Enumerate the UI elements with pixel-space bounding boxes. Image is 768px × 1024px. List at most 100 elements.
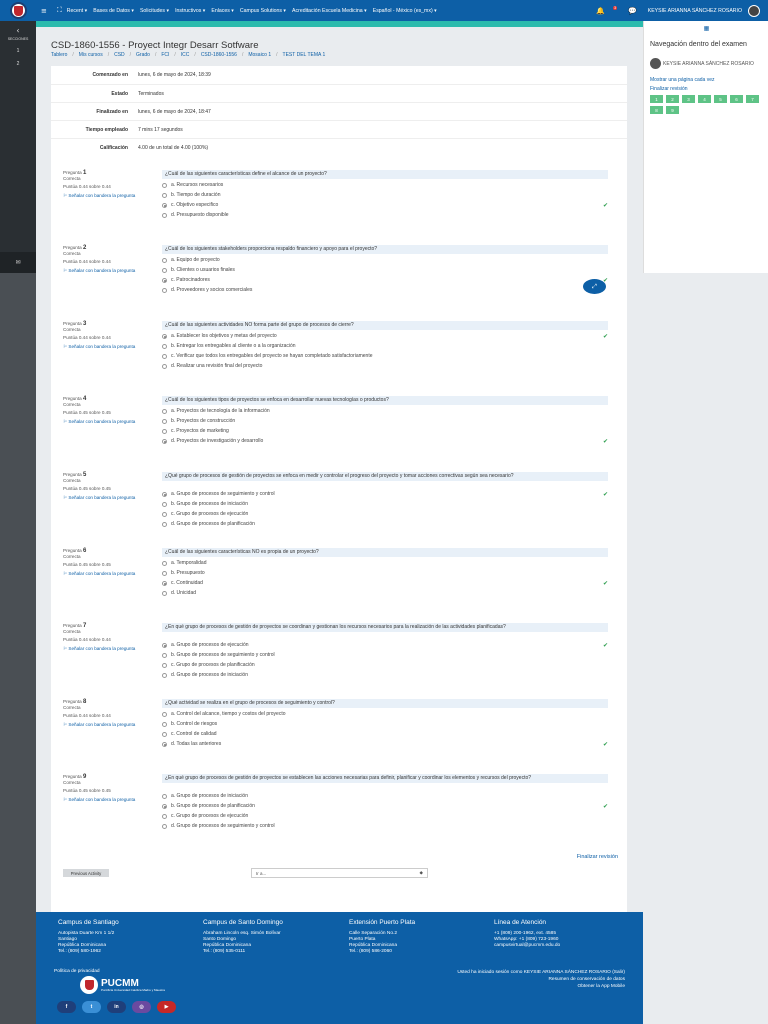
- radio-button[interactable]: [162, 662, 167, 668]
- answer-option[interactable]: a. Recursos necesarios: [162, 180, 608, 190]
- radio-button[interactable]: [162, 501, 167, 507]
- breadcrumb-item[interactable]: ICC: [181, 52, 190, 58]
- answer-option[interactable]: b. Tiempo de duración: [162, 190, 608, 200]
- radio-button[interactable]: [162, 793, 167, 799]
- answer-option[interactable]: a. Establecer los objetivos y metas del …: [162, 331, 608, 341]
- radio-button[interactable]: [162, 192, 167, 198]
- collapse-chevron-icon[interactable]: ‹: [0, 26, 36, 35]
- radio-button[interactable]: [162, 570, 167, 576]
- flag-question-link[interactable]: ⚐ Señalar con bandera la pregunta: [63, 419, 138, 425]
- answer-option[interactable]: a. Grupo de procesos de seguimiento y co…: [162, 489, 608, 499]
- jump-to-select[interactable]: Ir a... ◆: [251, 868, 428, 878]
- data-retention-link[interactable]: Resumen de conservación de datos: [457, 976, 625, 983]
- question-nav-button[interactable]: 8: [650, 106, 663, 114]
- answer-option[interactable]: b. Control de riesgos: [162, 719, 608, 729]
- answer-option[interactable]: b. Proyectos de construcción: [162, 416, 608, 426]
- breadcrumb-item[interactable]: Mis cursos: [79, 52, 103, 58]
- breadcrumb-item[interactable]: CSD-1860-1556: [201, 52, 237, 58]
- drawer-toggle-icon[interactable]: ▦: [644, 21, 768, 35]
- section-link-1[interactable]: 1: [0, 48, 36, 54]
- fullscreen-icon[interactable]: ⛶: [57, 6, 62, 15]
- panel-finish-review-link[interactable]: Finalizar revisión: [650, 86, 688, 92]
- answer-option[interactable]: d. Presupuesto disponible: [162, 210, 608, 220]
- top-menu-item[interactable]: Campus Solutions ▾: [240, 8, 286, 14]
- breadcrumb-item[interactable]: Mosaico 1: [248, 52, 271, 58]
- radio-button[interactable]: [162, 287, 167, 293]
- flag-question-link[interactable]: ⚐ Señalar con bandera la pregunta: [63, 571, 138, 577]
- answer-option[interactable]: a. Temporalidad: [162, 558, 608, 568]
- flag-question-link[interactable]: ⚐ Señalar con bandera la pregunta: [63, 797, 138, 803]
- question-nav-button[interactable]: 4: [698, 95, 711, 103]
- answer-option[interactable]: d. Realizar una revisión final del proye…: [162, 361, 608, 371]
- mobile-app-link[interactable]: Obtener la App Mobile: [457, 983, 625, 990]
- answer-option[interactable]: d. Grupo de procesos de planificación: [162, 519, 608, 529]
- section-link-2[interactable]: 2: [0, 61, 36, 67]
- facebook-icon[interactable]: f: [57, 1001, 76, 1013]
- top-menu-item[interactable]: Acreditación Escuela Medicina ▾: [292, 8, 367, 14]
- flag-question-link[interactable]: ⚐ Señalar con bandera la pregunta: [63, 193, 138, 199]
- twitter-icon[interactable]: t: [82, 1001, 101, 1013]
- radio-button[interactable]: [162, 711, 167, 717]
- privacy-link[interactable]: Política de privacidad: [54, 969, 100, 974]
- session-info[interactable]: Usted ha iniciado sesión como KEYSIE ARI…: [457, 969, 625, 976]
- radio-button[interactable]: [162, 741, 167, 747]
- radio-button[interactable]: [162, 353, 167, 359]
- radio-button[interactable]: [162, 642, 167, 648]
- hamburger-menu-icon[interactable]: ≡: [41, 7, 47, 15]
- question-nav-button[interactable]: 2: [666, 95, 679, 103]
- question-nav-button[interactable]: 3: [682, 95, 695, 103]
- flag-question-link[interactable]: ⚐ Señalar con bandera la pregunta: [63, 495, 138, 501]
- question-nav-button[interactable]: 9: [666, 106, 679, 114]
- radio-button[interactable]: [162, 343, 167, 349]
- radio-button[interactable]: [162, 363, 167, 369]
- top-menu-item[interactable]: Bases de Datos ▾: [93, 8, 134, 14]
- answer-option[interactable]: b. Entregar los entregables al cliente o…: [162, 341, 608, 351]
- top-menu-item[interactable]: Instructivos ▾: [175, 8, 205, 14]
- top-menu-item[interactable]: Solicitudes ▾: [140, 8, 169, 14]
- previous-activity-button[interactable]: Previous Activity: [63, 869, 109, 877]
- answer-option[interactable]: a. Control del alcance, tiempo y costos …: [162, 709, 608, 719]
- top-menu-item[interactable]: Recent ▾: [67, 8, 87, 14]
- top-menu-item[interactable]: Enlaces ▾: [211, 8, 234, 14]
- radio-button[interactable]: [162, 277, 167, 283]
- breadcrumb-item[interactable]: TEST DEL TEMA 1: [283, 52, 326, 58]
- radio-button[interactable]: [162, 408, 167, 414]
- show-one-page-link[interactable]: Mostrar una página cada vez: [650, 77, 714, 83]
- flag-question-link[interactable]: ⚐ Señalar con bandera la pregunta: [63, 268, 138, 274]
- answer-option[interactable]: c. Objetivo especifico ✔: [162, 200, 608, 210]
- radio-button[interactable]: [162, 823, 167, 829]
- answer-option[interactable]: c. Continuidad ✔: [162, 578, 608, 588]
- radio-button[interactable]: [162, 257, 167, 263]
- breadcrumb-item[interactable]: CSD: [114, 52, 125, 58]
- answer-option[interactable]: c. Grupo de procesos de ejecución: [162, 811, 608, 821]
- radio-button[interactable]: [162, 202, 167, 208]
- radio-button[interactable]: [162, 521, 167, 527]
- answer-option[interactable]: d. Unicidad: [162, 588, 608, 598]
- radio-button[interactable]: [162, 182, 167, 188]
- youtube-icon[interactable]: ▶: [157, 1001, 176, 1013]
- answer-option[interactable]: d. Grupo de procesos de seguimiento y co…: [162, 821, 608, 831]
- radio-button[interactable]: [162, 267, 167, 273]
- mail-icon[interactable]: ✉: [0, 252, 36, 273]
- question-nav-button[interactable]: 7: [746, 95, 759, 103]
- answer-option[interactable]: d. Proveedores y socios comerciales: [162, 285, 608, 295]
- question-nav-button[interactable]: 5: [714, 95, 727, 103]
- answer-option[interactable]: b. Grupo de procesos de planificación ✔: [162, 801, 608, 811]
- answer-option[interactable]: a. Grupo de procesos de iniciación: [162, 791, 608, 801]
- flag-question-link[interactable]: ⚐ Señalar con bandera la pregunta: [63, 722, 138, 728]
- answer-option[interactable]: c. Control de calidad: [162, 729, 608, 739]
- question-nav-button[interactable]: 6: [730, 95, 743, 103]
- radio-button[interactable]: [162, 652, 167, 658]
- radio-button[interactable]: [162, 731, 167, 737]
- radio-button[interactable]: [162, 428, 167, 434]
- breadcrumb-item[interactable]: FCI: [161, 52, 169, 58]
- radio-button[interactable]: [162, 560, 167, 566]
- question-nav-button[interactable]: 1: [650, 95, 663, 103]
- radio-button[interactable]: [162, 813, 167, 819]
- answer-option[interactable]: a. Proyectos de tecnología de la informa…: [162, 406, 608, 416]
- top-menu-item[interactable]: Español - México (es_mx) ▾: [373, 8, 437, 14]
- radio-button[interactable]: [162, 438, 167, 444]
- answer-option[interactable]: b. Clientes o usuarios finales: [162, 265, 608, 275]
- radio-button[interactable]: [162, 721, 167, 727]
- radio-button[interactable]: [162, 803, 167, 809]
